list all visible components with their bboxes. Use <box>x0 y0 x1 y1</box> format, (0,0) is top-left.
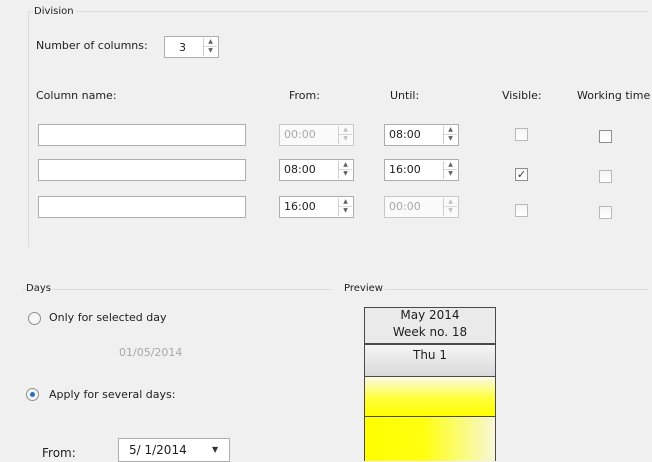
visible-checkbox-3[interactable] <box>515 204 528 217</box>
spin-up-icon[interactable]: ▲ <box>444 161 457 170</box>
preview-slot-1 <box>364 377 496 417</box>
header-working-time: Working time <box>577 89 651 102</box>
preview-group-border <box>344 289 648 290</box>
spin-up-down-icon[interactable]: ▲ ▼ <box>443 161 457 179</box>
only-selected-day-radio[interactable] <box>28 312 41 325</box>
spin-up-down-icon[interactable]: ▲ ▼ <box>338 198 352 216</box>
header-visible: Visible: <box>502 89 542 102</box>
until-time-value-3: 00:00 <box>389 200 421 213</box>
from-date-picker[interactable]: 5/ 1/2014 ▼ <box>118 438 230 462</box>
days-group-border <box>22 289 332 290</box>
spin-down-icon[interactable]: ▼ <box>204 47 217 56</box>
from-date-label: From: <box>42 446 76 460</box>
until-time-value-2: 16:00 <box>389 163 421 176</box>
header-column-name: Column name: <box>36 89 117 102</box>
working-time-checkbox-2[interactable] <box>599 170 612 183</box>
spin-up-icon[interactable]: ▲ <box>339 198 352 207</box>
spin-up-icon[interactable]: ▲ <box>444 198 457 207</box>
spin-up-icon[interactable]: ▲ <box>339 126 352 135</box>
division-group-border <box>28 11 648 12</box>
from-time-spinner-1[interactable]: 00:00 ▲ ▼ <box>279 124 354 146</box>
spin-down-icon[interactable]: ▼ <box>444 207 457 216</box>
dropdown-arrow-icon[interactable]: ▼ <box>212 445 218 454</box>
spin-up-down-icon[interactable]: ▲ ▼ <box>338 126 352 144</box>
division-group-label: Division <box>34 6 76 17</box>
preview-week-header: Week no. 18 <box>364 323 496 344</box>
from-time-value-2: 08:00 <box>284 163 316 176</box>
spin-up-icon[interactable]: ▲ <box>444 126 457 135</box>
from-time-value-1: 00:00 <box>284 128 316 141</box>
spin-up-icon[interactable]: ▲ <box>204 38 217 47</box>
spin-up-icon[interactable]: ▲ <box>339 161 352 170</box>
header-until: Until: <box>390 89 420 102</box>
spin-up-down-icon[interactable]: ▲ ▼ <box>443 126 457 144</box>
spin-up-down-icon[interactable]: ▲ ▼ <box>338 161 352 179</box>
only-selected-day-label[interactable]: Only for selected day <box>49 311 166 324</box>
preview-month-header: May 2014 <box>364 307 496 324</box>
days-group-label: Days <box>26 283 53 294</box>
column-name-input-2[interactable] <box>38 159 246 181</box>
preview-day-header: Thu 1 <box>364 344 496 377</box>
visible-checkbox-2[interactable]: ✓ <box>515 168 528 181</box>
apply-several-days-label[interactable]: Apply for several days: <box>49 388 175 401</box>
num-columns-spinner[interactable]: 3 ▲ ▼ <box>164 36 219 58</box>
until-time-value-1: 08:00 <box>389 128 421 141</box>
spin-down-icon[interactable]: ▼ <box>339 207 352 216</box>
working-time-checkbox-1[interactable] <box>599 130 612 143</box>
division-group-left-border <box>28 11 29 247</box>
header-from: From: <box>289 89 320 102</box>
apply-several-days-radio[interactable] <box>26 388 39 401</box>
preview-slot-2 <box>364 417 496 461</box>
selected-date-text: 01/05/2014 <box>119 346 183 359</box>
num-columns-value: 3 <box>179 41 186 54</box>
spin-up-down-icon[interactable]: ▲ ▼ <box>443 198 457 216</box>
from-time-value-3: 16:00 <box>284 200 316 213</box>
from-time-spinner-2[interactable]: 08:00 ▲ ▼ <box>279 159 354 181</box>
checkmark-icon: ✓ <box>516 168 527 181</box>
spin-down-icon[interactable]: ▼ <box>444 135 457 144</box>
column-name-input-1[interactable] <box>38 124 246 146</box>
from-time-spinner-3[interactable]: 16:00 ▲ ▼ <box>279 196 354 218</box>
num-columns-label: Number of columns: <box>36 39 148 52</box>
working-time-checkbox-3[interactable] <box>599 206 612 219</box>
until-time-spinner-1[interactable]: 08:00 ▲ ▼ <box>384 124 459 146</box>
preview-group-label: Preview <box>344 283 385 294</box>
spin-down-icon[interactable]: ▼ <box>444 170 457 179</box>
visible-checkbox-1[interactable] <box>515 128 528 141</box>
column-name-input-3[interactable] <box>38 196 246 218</box>
spin-down-icon[interactable]: ▼ <box>339 170 352 179</box>
until-time-spinner-3[interactable]: 00:00 ▲ ▼ <box>384 196 459 218</box>
spin-down-icon[interactable]: ▼ <box>339 135 352 144</box>
from-date-value: 5/ 1/2014 <box>129 443 187 457</box>
until-time-spinner-2[interactable]: 16:00 ▲ ▼ <box>384 159 459 181</box>
spin-up-down-icon[interactable]: ▲ ▼ <box>203 38 217 56</box>
